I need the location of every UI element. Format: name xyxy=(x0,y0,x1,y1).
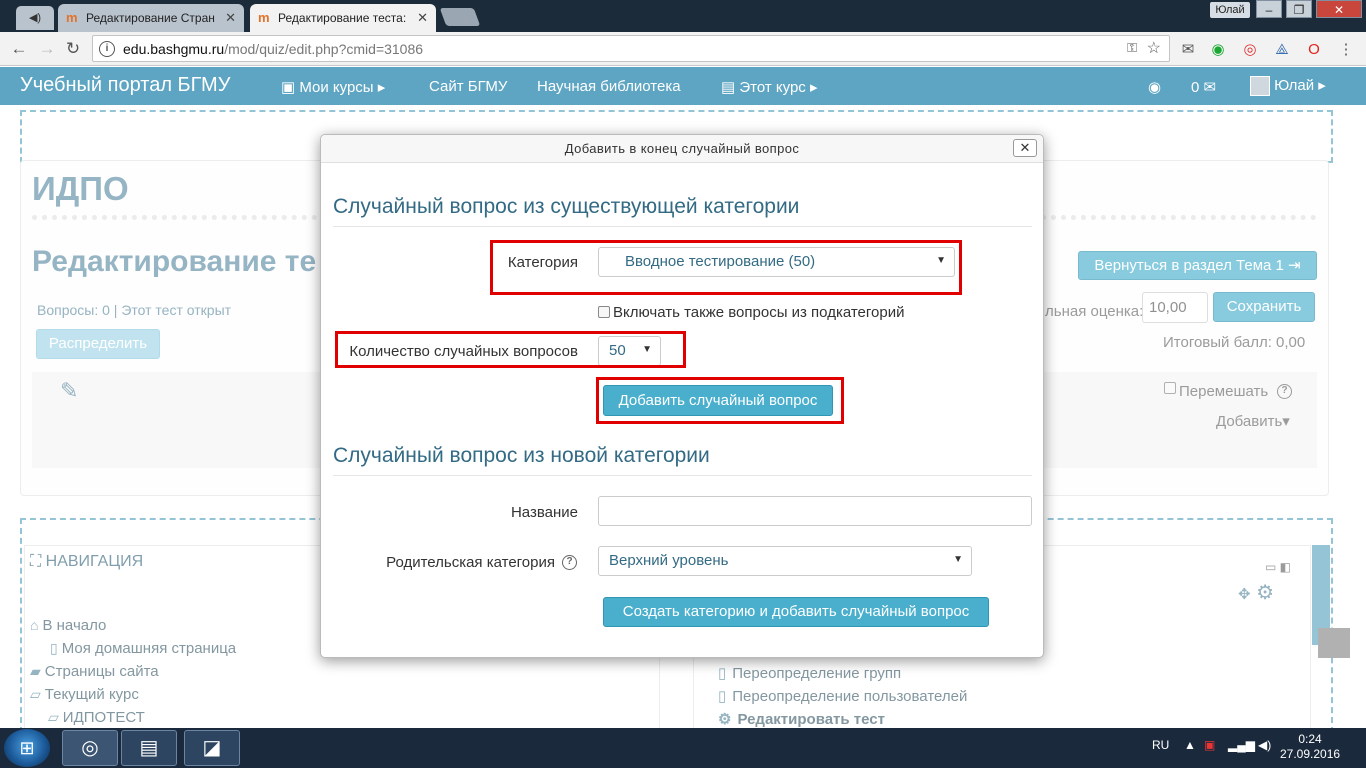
site-navbar: Учебный портал БГМУ ▣ Мои курсы ▸ Сайт Б… xyxy=(0,67,1366,105)
parent-category-label: Родительская категория xyxy=(386,554,555,571)
extension-owl-icon[interactable]: ◎ xyxy=(1240,40,1260,60)
bookmark-star-icon[interactable]: ☆ xyxy=(1147,38,1161,58)
site-info-icon[interactable]: i xyxy=(99,40,115,57)
create-category-button[interactable]: Создать категорию и добавить случайный в… xyxy=(603,597,989,627)
minimize-button[interactable]: – xyxy=(1256,0,1282,18)
dialog-close-button[interactable]: ✕ xyxy=(1013,139,1037,157)
section-new-category: Случайный вопрос из новой категории xyxy=(333,444,710,467)
url-path: /mod/quiz/edit.php?cmid=31086 xyxy=(224,40,424,57)
maximize-button[interactable]: ❐ xyxy=(1286,0,1312,18)
book-icon: ▤ xyxy=(721,79,740,96)
key-icon[interactable]: ⚿ xyxy=(1127,40,1137,56)
tab-label: Редактирование Стран xyxy=(86,11,215,25)
dropdown-caret-icon: ▼ xyxy=(953,554,963,565)
menu-dots-icon[interactable]: ⋮ xyxy=(1336,40,1356,60)
signal-icon[interactable]: ▂▄▆ xyxy=(1228,738,1255,752)
explorer-taskbar-icon[interactable]: ▤ xyxy=(121,730,177,766)
tray-expand-icon[interactable]: ▲ xyxy=(1184,738,1196,752)
address-bar[interactable]: i edu.bashgmu.ru/mod/quiz/edit.php?cmid=… xyxy=(92,35,1170,62)
user-name: Юлай xyxy=(1274,77,1315,94)
briefcase-icon: ▣ xyxy=(281,79,300,96)
close-tab-icon[interactable]: ✕ xyxy=(225,10,236,26)
nav-my-courses[interactable]: ▣ Мои курсы ▸ xyxy=(281,78,385,96)
highlight-random-count xyxy=(335,331,686,368)
reload-icon[interactable]: ↻ xyxy=(62,38,84,60)
browser-toolbar: ← → ↻ i edu.bashgmu.ru/mod/quiz/edit.php… xyxy=(0,32,1366,66)
nav-library[interactable]: Научная библиотека xyxy=(537,78,681,95)
close-window-button[interactable]: ✕ xyxy=(1316,0,1362,18)
parent-category-select[interactable]: Верхний уровень ▼ xyxy=(598,546,972,576)
notifications-icon[interactable]: ◉ xyxy=(1148,78,1161,96)
extension-share-icon[interactable]: ⟁ xyxy=(1272,40,1292,60)
tab-label: Редактирование теста: xyxy=(278,11,407,25)
system-clock[interactable]: 0:24 27.09.2016 xyxy=(1280,732,1340,762)
envelope-icon: ✉ xyxy=(1203,79,1217,96)
clock-time: 0:24 xyxy=(1298,732,1322,746)
help-icon[interactable]: ? xyxy=(562,555,577,570)
section-divider xyxy=(333,226,1032,227)
mail-icon[interactable]: ✉ xyxy=(1178,40,1198,60)
add-random-question-dialog: Добавить в конец случайный вопрос ✕ Случ… xyxy=(320,134,1044,658)
chrome-taskbar-icon[interactable]: ◎ xyxy=(62,730,118,766)
new-tab-button[interactable] xyxy=(439,8,481,26)
section-existing-category: Случайный вопрос из существующей категор… xyxy=(333,195,800,218)
windows-start-icon[interactable]: ⊞ xyxy=(4,729,50,767)
category-name-input[interactable] xyxy=(598,496,1032,526)
highlight-category xyxy=(490,240,962,295)
site-brand[interactable]: Учебный портал БГМУ xyxy=(20,74,230,97)
tray-app-icon[interactable]: ▣ xyxy=(1204,738,1215,752)
moodle-favicon-icon: m xyxy=(258,10,270,25)
messages-menu[interactable]: 0 ✉ xyxy=(1191,78,1216,96)
name-label: Название xyxy=(510,504,578,521)
section-divider xyxy=(333,475,1032,476)
back-arrow-icon[interactable]: ← xyxy=(8,38,30,60)
profile-chip[interactable]: Юлай xyxy=(1210,2,1250,18)
user-menu[interactable]: Юлай ▸ xyxy=(1250,76,1326,97)
forward-arrow-icon[interactable]: → xyxy=(36,38,58,60)
url-host: edu.bashgmu.ru xyxy=(123,40,225,57)
language-indicator[interactable]: RU xyxy=(1152,738,1169,752)
include-subcategories-checkbox[interactable] xyxy=(598,306,610,318)
close-tab-icon[interactable]: ✕ xyxy=(417,10,428,26)
parent-category-value: Верхний уровень xyxy=(609,552,729,569)
nav-my-courses-label: Мои курсы xyxy=(299,79,374,96)
nav-site[interactable]: Сайт БГМУ xyxy=(429,78,507,95)
highlight-add-button xyxy=(596,377,844,424)
include-subcategories-label: Включать также вопросы из подкатегорий xyxy=(613,304,905,321)
nav-this-course-label: Этот курс xyxy=(739,79,806,96)
messages-count: 0 xyxy=(1191,79,1200,96)
nav-this-course[interactable]: ▤ Этот курс ▸ xyxy=(721,78,818,96)
app-taskbar-icon[interactable]: ◪ xyxy=(184,730,240,766)
browser-titlebar: ◀) m Редактирование Стран ✕ m Редактиров… xyxy=(0,0,1366,32)
moodle-favicon-icon: m xyxy=(66,10,78,25)
dialog-title: Добавить в конец случайный вопрос xyxy=(321,135,1043,163)
evernote-icon[interactable]: ◉ xyxy=(1208,40,1228,60)
opera-icon[interactable]: O xyxy=(1304,40,1324,60)
avatar xyxy=(1250,76,1270,97)
tab-editing-page[interactable]: m Редактирование Стран ✕ xyxy=(58,4,244,32)
tab-editing-quiz[interactable]: m Редактирование теста: ✕ xyxy=(250,4,436,32)
audio-tab[interactable]: ◀) xyxy=(16,6,54,30)
volume-icon[interactable]: ◀) xyxy=(1258,738,1271,752)
os-taskbar: ⊞ ◎ ▤ ◪ RU ▲ ▣ ▂▄▆ ◀) 0:24 27.09.2016 xyxy=(0,728,1366,768)
clock-date: 27.09.2016 xyxy=(1280,747,1341,761)
speaker-icon: ◀) xyxy=(28,12,42,24)
